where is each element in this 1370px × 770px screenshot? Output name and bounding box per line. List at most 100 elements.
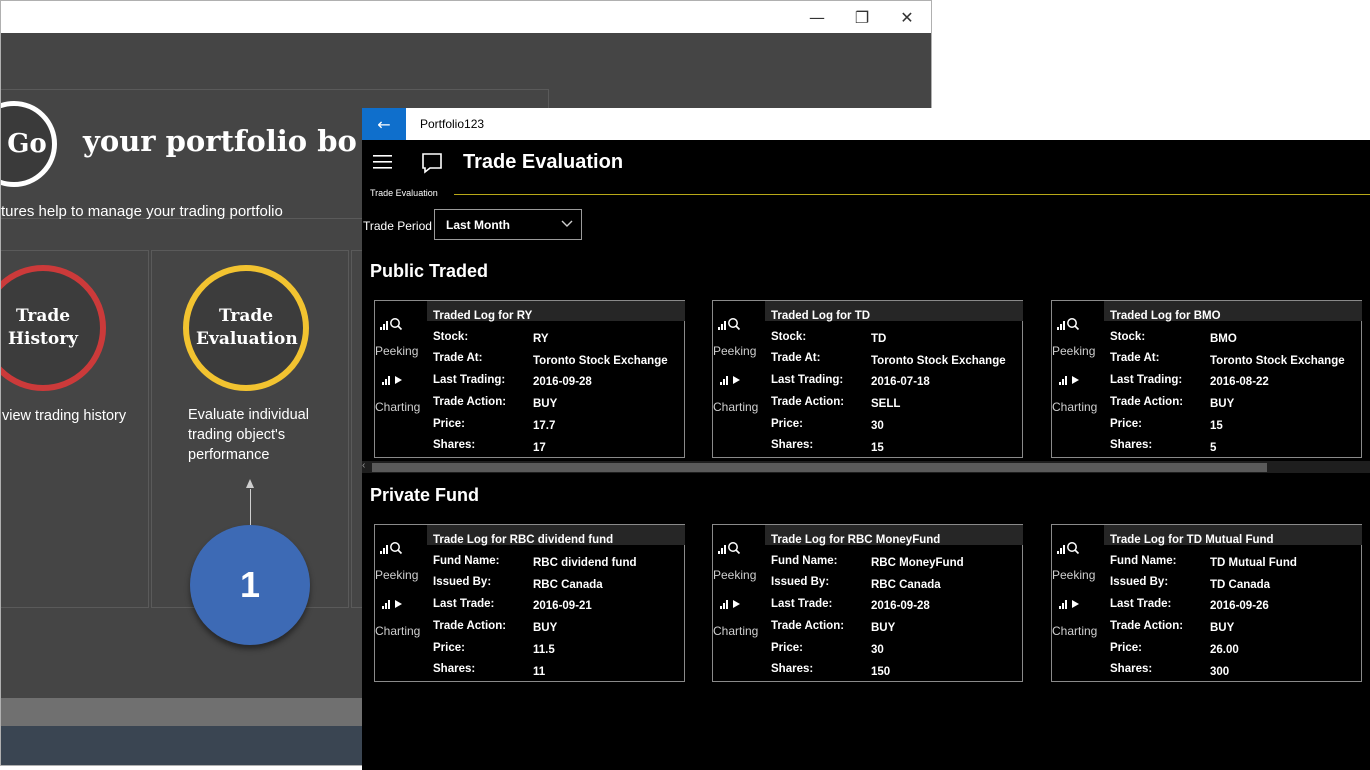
restore-icon[interactable]: ❐ xyxy=(839,1,885,33)
back-arrow-icon: ← xyxy=(377,114,391,134)
card-title: Traded Log for BMO xyxy=(1110,310,1221,322)
card-value: 2016-09-21 xyxy=(533,600,592,612)
trade-evaluation-window: ← Portfolio123 Trade Evaluation Trade Ev… xyxy=(362,108,1370,770)
card-label: Price: xyxy=(433,642,465,654)
card-value: 2016-09-26 xyxy=(1210,600,1269,612)
card-label: Fund Name: xyxy=(1110,555,1177,567)
card-value: 30 xyxy=(871,420,884,432)
section-heading-private-fund: Private Fund xyxy=(370,485,480,505)
charting-label[interactable]: Charting xyxy=(375,624,420,638)
card-sidebar: Peeking Charting xyxy=(375,525,425,681)
scroll-left-icon[interactable]: ‹ xyxy=(362,460,365,471)
trade-card-td[interactable]: Peeking Charting Traded Log for TD Stock… xyxy=(712,300,1023,458)
card-value: 2016-08-22 xyxy=(1210,376,1269,388)
charting-play-icon[interactable] xyxy=(382,374,408,386)
card-value: RBC MoneyFund xyxy=(871,557,964,569)
page-title: Trade Evaluation xyxy=(463,151,624,173)
card-label: Trade At: xyxy=(771,352,821,364)
trade-history-circle[interactable]: Trade History xyxy=(1,265,106,391)
card-label: Shares: xyxy=(771,663,814,675)
peeking-label[interactable]: Peeking xyxy=(713,568,756,582)
card-value: BUY xyxy=(533,398,558,410)
peeking-label[interactable]: Peeking xyxy=(1052,344,1095,358)
feature-card-trade-history[interactable]: Trade History view trading history xyxy=(1,250,149,608)
minimize-icon[interactable]: — xyxy=(794,1,840,33)
fund-card-td-mutual[interactable]: Peeking Charting Trade Log for TD Mutual… xyxy=(1051,524,1362,682)
card-label: Price: xyxy=(433,418,465,430)
card-value: 150 xyxy=(871,666,891,678)
charting-label[interactable]: Charting xyxy=(375,400,420,414)
fund-card-rbc-moneyfund[interactable]: Peeking Charting Trade Log for RBC Money… xyxy=(712,524,1023,682)
card-value: BUY xyxy=(1210,622,1235,634)
card-value: BUY xyxy=(871,622,896,634)
peeking-label[interactable]: Peeking xyxy=(713,344,756,358)
charting-play-icon[interactable] xyxy=(1059,598,1085,610)
hero-subtitle: tures help to manage your trading portfo… xyxy=(1,203,283,220)
card-label: Issued By: xyxy=(1110,576,1169,588)
peeking-search-icon[interactable] xyxy=(380,541,410,555)
peeking-search-icon[interactable] xyxy=(380,317,410,331)
back-button[interactable]: ← xyxy=(362,108,406,140)
card-value: BUY xyxy=(533,622,558,634)
trade-card-ry[interactable]: Peeking Charting Traded Log for RY Stock… xyxy=(374,300,685,458)
trade-evaluation-circle[interactable]: Trade Evaluation xyxy=(183,265,309,391)
charting-label[interactable]: Charting xyxy=(713,624,758,638)
trade-period-select[interactable]: Last Month xyxy=(434,209,582,240)
card-label: Trade Action: xyxy=(433,620,507,632)
charting-label[interactable]: Charting xyxy=(1052,400,1097,414)
card-label: Trade Action: xyxy=(771,620,845,632)
peeking-label[interactable]: Peeking xyxy=(1052,568,1095,582)
card-value: RY xyxy=(533,333,549,345)
peeking-label[interactable]: Peeking xyxy=(375,568,418,582)
chevron-down-icon xyxy=(561,220,573,227)
card-sidebar: Peeking Charting xyxy=(713,525,763,681)
card-label: Stock: xyxy=(1110,331,1146,343)
card-label: Shares: xyxy=(771,439,814,451)
card-value: TD Mutual Fund xyxy=(1210,557,1297,569)
peeking-search-icon[interactable] xyxy=(1057,541,1087,555)
card-value: 2016-07-18 xyxy=(871,376,930,388)
close-icon[interactable]: ✕ xyxy=(884,1,930,33)
card-label: Price: xyxy=(1110,418,1142,430)
card-label: Shares: xyxy=(433,439,476,451)
callout-arrow-line xyxy=(250,489,251,525)
card-value: BMO xyxy=(1210,333,1237,345)
fund-card-rbc-dividend[interactable]: Peeking Charting Trade Log for RBC divid… xyxy=(374,524,685,682)
card-value: 26.00 xyxy=(1210,644,1239,656)
trade-card-bmo[interactable]: Peeking Charting Traded Log for BMO Stoc… xyxy=(1051,300,1362,458)
card-sidebar: Peeking Charting xyxy=(1052,525,1102,681)
charting-play-icon[interactable] xyxy=(382,598,408,610)
card-label: Fund Name: xyxy=(771,555,838,567)
charting-play-icon[interactable] xyxy=(1059,374,1085,386)
card-value: TD xyxy=(871,333,887,345)
hamburger-menu-icon[interactable] xyxy=(372,151,394,173)
peeking-search-icon[interactable] xyxy=(1057,317,1087,331)
card-value: 15 xyxy=(1210,420,1223,432)
card-title: Trade Log for RBC MoneyFund xyxy=(771,534,941,546)
card-value: RBC dividend fund xyxy=(533,557,637,569)
charting-play-icon[interactable] xyxy=(720,598,746,610)
card-value: 11 xyxy=(533,666,546,678)
charting-label[interactable]: Charting xyxy=(1052,624,1097,638)
card-label: Fund Name: xyxy=(433,555,500,567)
charting-play-icon[interactable] xyxy=(720,374,746,386)
card-value: TD Canada xyxy=(1210,579,1271,591)
charting-label[interactable]: Charting xyxy=(713,400,758,414)
section-heading-public-traded: Public Traded xyxy=(370,261,489,281)
trade-evaluation-desc: Evaluate individual trading object's per… xyxy=(188,407,309,463)
callout-arrow-head-icon xyxy=(246,479,254,488)
card-value: Toronto Stock Exchange xyxy=(533,355,668,367)
comment-icon[interactable] xyxy=(420,151,444,175)
card-sidebar: Peeking Charting xyxy=(375,301,425,457)
scrollbar-thumb[interactable] xyxy=(372,463,1267,472)
card-label: Shares: xyxy=(1110,439,1153,451)
trade-period-value: Last Month xyxy=(446,218,510,232)
card-value: SELL xyxy=(871,398,901,410)
peeking-search-icon[interactable] xyxy=(718,541,748,555)
peeking-label[interactable]: Peeking xyxy=(375,344,418,358)
peeking-search-icon[interactable] xyxy=(718,317,748,331)
card-label: Trade Action: xyxy=(433,396,507,408)
card-value: BUY xyxy=(1210,398,1235,410)
app-title: Portfolio123 xyxy=(420,117,485,131)
card-label: Trade At: xyxy=(433,352,483,364)
